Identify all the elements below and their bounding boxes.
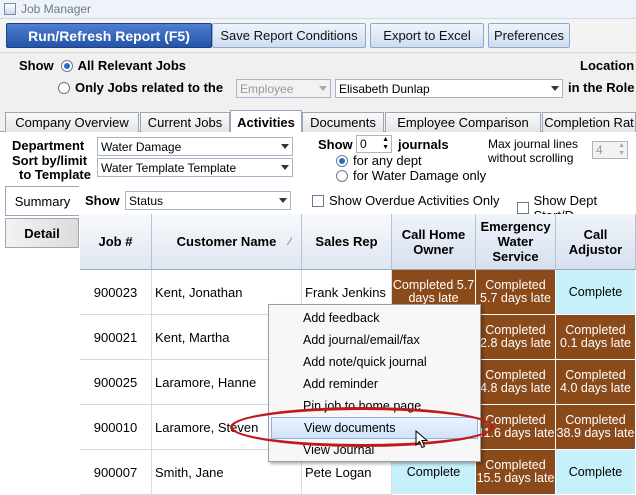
only-jobs-row: Only Jobs related to the [58, 80, 223, 95]
job-number: 900010 [80, 405, 152, 450]
spinner-arrows-icon: ▲ ▼ [618, 142, 625, 157]
status-call-adjustor: Complete [556, 450, 636, 495]
chevron-down-icon [319, 86, 327, 91]
in-role-label: in the Role [568, 80, 635, 95]
chevron-down-icon [281, 165, 289, 170]
job-number: 900021 [80, 315, 152, 360]
location-label: Location [580, 58, 635, 73]
side-tab-summary[interactable]: Summary [5, 186, 79, 216]
journals-label: journals [398, 137, 449, 152]
journals-count-spinner[interactable]: 0 ▲ ▼ [356, 135, 392, 153]
max-lines-value: 4 [596, 143, 603, 157]
sort-label-1: Sort by/limit [12, 153, 88, 168]
mouse-cursor-icon [415, 430, 429, 449]
water-only-radio[interactable] [336, 169, 348, 182]
highlight-ellipse [230, 407, 494, 447]
spinner-arrows-icon: ▲ ▼ [382, 136, 389, 151]
status-call-adjustor: Complete [556, 270, 636, 315]
overdue-only-label[interactable]: Show Overdue Activities Only [329, 193, 500, 208]
export-excel-button[interactable]: Export to Excel [370, 23, 484, 48]
tab-completion-rate[interactable]: Completion Rat [542, 112, 636, 132]
tab-activities[interactable]: Activities [230, 110, 302, 133]
menu-item-add-reminder[interactable]: Add reminder [269, 373, 480, 395]
toolbar: Run/Refresh Report (F5) Save Report Cond… [0, 19, 636, 53]
column-header-job[interactable]: Job # [80, 214, 152, 270]
water-only-row: for Water Damage only [336, 168, 486, 183]
status-emergency-water: Completed 2.8 days late [476, 315, 556, 360]
location-row: Location [580, 58, 634, 73]
menu-item-add-note[interactable]: Add note/quick journal [269, 351, 480, 373]
main-tabs: Company Overview Current Jobs Activities… [0, 110, 636, 133]
employee-select-value: Elisabeth Dunlap [339, 81, 430, 96]
window-title: Job Manager [21, 2, 92, 16]
status-call-adjustor: Completed 4.0 days late [556, 360, 636, 405]
tab-employee-comparison[interactable]: Employee Comparison [385, 112, 541, 132]
show-label: Show [19, 58, 54, 73]
max-lines-spinner[interactable]: 4 ▲ ▼ [592, 141, 628, 159]
max-lines-label-2: without scrolling [488, 151, 574, 165]
tab-documents[interactable]: Documents [302, 112, 384, 132]
employee-select[interactable]: Elisabeth Dunlap [335, 79, 563, 98]
overdue-only-row: Show Overdue Activities Only [312, 193, 500, 208]
department-select[interactable]: Water Damage [97, 137, 293, 156]
menu-item-add-journal[interactable]: Add journal/email/fax [269, 329, 480, 351]
dept-dates-checkbox[interactable] [517, 202, 529, 214]
any-dept-radio[interactable] [336, 154, 348, 167]
all-jobs-label[interactable]: All Relevant Jobs [78, 58, 186, 73]
run-refresh-button[interactable]: Run/Refresh Report (F5) [6, 23, 212, 48]
department-select-value: Water Damage [101, 139, 182, 154]
tab-company-overview[interactable]: Company Overview [5, 112, 139, 132]
save-conditions-button[interactable]: Save Report Conditions [212, 23, 366, 48]
template-select[interactable]: Water Template Template [97, 158, 293, 177]
tab-current-jobs[interactable]: Current Jobs [140, 112, 230, 132]
chevron-down-icon [281, 144, 289, 149]
all-jobs-row: Show All Relevant Jobs [19, 58, 186, 73]
chevron-down-icon [279, 198, 287, 203]
role-label-row: in the Role [568, 80, 634, 95]
template-select-value: Water Template Template [101, 160, 237, 175]
max-lines-label-1: Max journal lines [488, 137, 579, 151]
water-only-label[interactable]: for Water Damage only [353, 168, 486, 183]
all-jobs-radio[interactable] [60, 59, 73, 72]
column-header-customer-label: Customer Name [176, 234, 277, 249]
only-jobs-radio[interactable] [58, 81, 70, 94]
chevron-down-icon [551, 86, 559, 91]
title-bar: Job Manager [0, 0, 636, 19]
job-number: 900025 [80, 360, 152, 405]
side-tab-detail[interactable]: Detail [5, 218, 79, 248]
sort-label-2: to Template [19, 167, 91, 182]
menu-item-add-feedback[interactable]: Add feedback [269, 307, 480, 329]
job-number: 900023 [80, 270, 152, 315]
column-header-call-home-owner[interactable]: Call Home Owner [392, 214, 476, 270]
status-select-value: Status [129, 193, 164, 208]
any-dept-row: for any dept [336, 153, 422, 168]
role-select-value: Employee [240, 81, 294, 96]
column-header-call-adjustor[interactable]: Call Adjustor [556, 214, 636, 270]
status-emergency-water: Completed 5.7 days late [476, 270, 556, 315]
role-select[interactable]: Employee [236, 79, 331, 98]
app-icon [4, 3, 16, 15]
status-emergency-water: Completed 15.5 days late [476, 450, 556, 495]
journals-show-label: Show [318, 137, 353, 152]
status-emergency-water: Completed 4.8 days late [476, 360, 556, 405]
grid-show-label: Show [85, 193, 120, 208]
job-number: 900007 [80, 450, 152, 495]
column-header-sales-rep[interactable]: Sales Rep [302, 214, 392, 270]
status-call-adjustor: Completed 38.9 days late [556, 405, 636, 450]
sort-icon: ⁄ [289, 235, 291, 248]
status-select[interactable]: Status [125, 191, 291, 210]
any-dept-label[interactable]: for any dept [353, 153, 422, 168]
column-header-customer[interactable]: Customer Name ⁄ [152, 214, 302, 270]
status-call-adjustor: Completed 0.1 days late [556, 315, 636, 360]
only-jobs-label[interactable]: Only Jobs related to the [75, 80, 223, 95]
column-header-emergency-water[interactable]: Emergency Water Service [476, 214, 556, 270]
preferences-button[interactable]: Preferences [488, 23, 570, 48]
journals-count-value: 0 [360, 137, 367, 151]
department-label: Department [12, 138, 85, 153]
overdue-only-checkbox[interactable] [312, 194, 324, 207]
